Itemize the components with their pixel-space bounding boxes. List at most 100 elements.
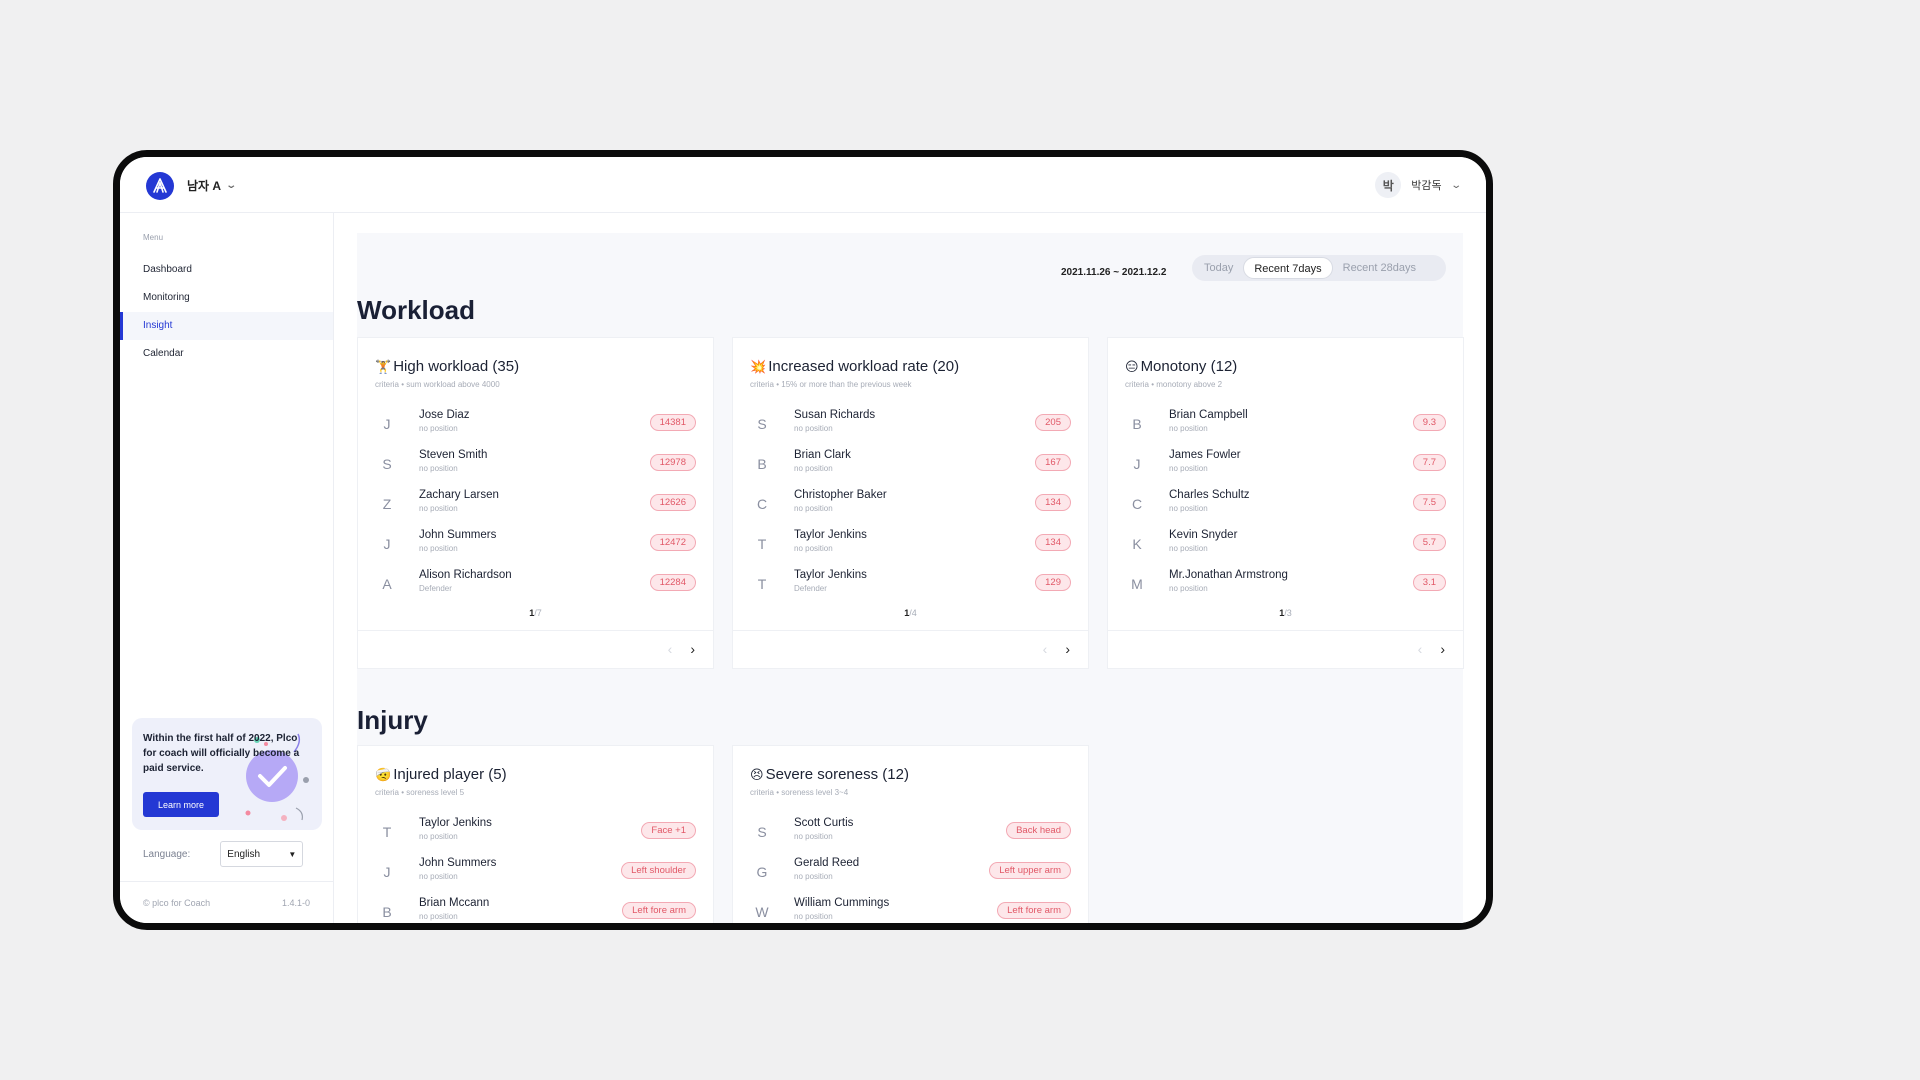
language-select[interactable]: English ▼	[220, 841, 304, 867]
card-title: 😣 Severe soreness (12)	[750, 766, 909, 783]
value-badge: 9.3	[1412, 414, 1446, 431]
player-initial: T	[757, 576, 767, 592]
pagination-arrows: ‹ ›	[668, 641, 695, 657]
list-item[interactable]: C Christopher Baker no position 134	[750, 486, 1071, 526]
expressionless-face-icon: 😑	[1125, 359, 1139, 374]
segment-recent-28days[interactable]: Recent 28days	[1333, 257, 1426, 279]
list-item[interactable]: B Brian Clark no position 167	[750, 446, 1071, 486]
player-name: Christopher Baker	[794, 489, 887, 501]
chevron-right-icon[interactable]: ›	[1065, 641, 1070, 657]
app-logo[interactable]	[146, 172, 174, 200]
value-badge: 134	[1035, 494, 1071, 511]
player-name: Scott Curtis	[794, 817, 854, 829]
learn-more-button[interactable]: Learn more	[143, 792, 219, 817]
chevron-left-icon[interactable]: ‹	[668, 641, 673, 657]
value-badge: 129	[1035, 574, 1071, 591]
sidebar-item-insight[interactable]: Insight	[120, 312, 333, 340]
card-title-text: Injured player (5)	[393, 766, 507, 783]
list-item[interactable]: S Susan Richards no position 205	[750, 406, 1071, 446]
value-badge: 205	[1035, 414, 1071, 431]
chevron-left-icon[interactable]: ‹	[1043, 641, 1048, 657]
logo-icon	[153, 178, 167, 193]
player-name: Taylor Jenkins	[794, 569, 867, 581]
team-selector[interactable]: 남자 A ⌄	[187, 177, 237, 194]
player-position: no position	[419, 504, 458, 513]
value-badge: 12284	[649, 574, 696, 591]
team-name: 남자 A	[187, 179, 222, 193]
list-item[interactable]: B Brian Mccann no position Left fore arm	[375, 894, 696, 923]
card-footer: ‹ ›	[733, 630, 1088, 670]
workload-title: Workload	[357, 295, 475, 325]
list-item[interactable]: J John Summers no position Left shoulder	[375, 854, 696, 894]
user-name: 박감독	[1411, 180, 1442, 192]
list-item[interactable]: A Alison Richardson Defender 12284	[375, 566, 696, 606]
injury-title: Injury	[357, 705, 428, 735]
list-item[interactable]: T Taylor Jenkins Defender 129	[750, 566, 1071, 606]
injury-badge: Back head	[1006, 822, 1071, 839]
card-criteria: criteria • 15% or more than the previous…	[750, 380, 912, 389]
list-item[interactable]: C Charles Schultz no position 7.5	[1125, 486, 1446, 526]
chevron-right-icon[interactable]: ›	[690, 641, 695, 657]
injury-badge: Left fore arm	[997, 902, 1071, 919]
player-position: no position	[419, 464, 458, 473]
list-item[interactable]: W William Cummings no position Left fore ar…	[750, 894, 1071, 923]
injured-face-icon: 🤕	[375, 767, 392, 782]
card-criteria: criteria • monotony above 2	[1125, 380, 1223, 389]
player-initial: J	[383, 536, 391, 552]
chevron-left-icon[interactable]: ‹	[1418, 641, 1423, 657]
list-item[interactable]: K Kevin Snyder no position 5.7	[1125, 526, 1446, 566]
player-name: Gerald Reed	[794, 857, 860, 869]
pagination-arrows: ‹ ›	[1418, 641, 1445, 657]
value-badge: 12472	[649, 534, 696, 551]
player-initial: T	[382, 824, 392, 840]
list-item[interactable]: T Taylor Jenkins no position Face +1	[375, 814, 696, 854]
list-item[interactable]: S Steven Smith no position 12978	[375, 446, 696, 486]
player-name: John Summers	[419, 857, 497, 869]
list-item[interactable]: B Brian Campbell no position 9.3	[1125, 406, 1446, 446]
increased-workload-rate-card: 💥 Increased workload rate (20) criteria •…	[732, 337, 1089, 669]
card-title: 🏋 High workload (35)	[375, 358, 519, 375]
promo-banner: Within the first half of 2022, Plco for …	[132, 718, 322, 830]
player-initial: M	[1131, 576, 1143, 592]
player-name: Mr.Jonathan Armstrong	[1169, 569, 1288, 581]
user-menu[interactable]: 박 박감독 ⌄	[1375, 172, 1462, 198]
language-selector-row: Language: English ▼	[143, 841, 304, 867]
player-name: John Summers	[419, 529, 497, 541]
insight-panel: 2021.11.26 ~ 2021.12.2 Today Recent 7day…	[357, 233, 1464, 923]
list-item[interactable]: J James Fowler no position 7.7	[1125, 446, 1446, 486]
chevron-right-icon[interactable]: ›	[1440, 641, 1445, 657]
card-title: 😑 Monotony (12)	[1125, 358, 1237, 375]
card-footer: ‹ ›	[358, 630, 713, 670]
severe-soreness-card: 😣 Severe soreness (12) criteria • sorenes…	[732, 745, 1089, 923]
list-item[interactable]: T Taylor Jenkins no position 134	[750, 526, 1071, 566]
list-item[interactable]: M Mr.Jonathan Armstrong no position 3.1	[1125, 566, 1446, 606]
player-position: no position	[1169, 464, 1208, 473]
list-item[interactable]: G Gerald Reed no position Left upper arm	[750, 854, 1071, 894]
player-name: Steven Smith	[419, 449, 488, 461]
player-name: Alison Richardson	[419, 569, 512, 581]
player-initial: S	[382, 456, 392, 472]
injury-badge: Left upper arm	[989, 862, 1071, 879]
persevering-face-icon: 😣	[750, 767, 764, 782]
list-item[interactable]: Z Zachary Larsen no position 12626	[375, 486, 696, 526]
sidebar-item-calendar[interactable]: Calendar	[120, 340, 333, 368]
sidebar-item-monitoring[interactable]: Monitoring	[120, 284, 333, 312]
injury-badge: Face +1	[641, 822, 696, 839]
list-item[interactable]: J John Summers no position 12472	[375, 526, 696, 566]
segment-recent-7days[interactable]: Recent 7days	[1243, 257, 1333, 279]
player-name: James Fowler	[1169, 449, 1241, 461]
player-initial: J	[1133, 456, 1141, 472]
segment-today[interactable]: Today	[1194, 257, 1243, 279]
player-name: Charles Schultz	[1169, 489, 1250, 501]
player-position: no position	[794, 504, 833, 513]
player-initial: J	[383, 416, 391, 432]
app-version: 1.4.1-0	[281, 898, 310, 908]
player-list: T Taylor Jenkins no position Face +1 J John …	[375, 814, 696, 923]
sidebar-item-dashboard[interactable]: Dashboard	[120, 256, 333, 284]
player-position: no position	[794, 464, 833, 473]
list-item[interactable]: S Scott Curtis no position Back head	[750, 814, 1071, 854]
card-criteria: criteria • soreness level 5	[375, 788, 465, 797]
player-name: Taylor Jenkins	[794, 529, 867, 541]
list-item[interactable]: J Jose Diaz no position 14381	[375, 406, 696, 446]
card-title-text: Severe soreness (12)	[765, 766, 909, 783]
